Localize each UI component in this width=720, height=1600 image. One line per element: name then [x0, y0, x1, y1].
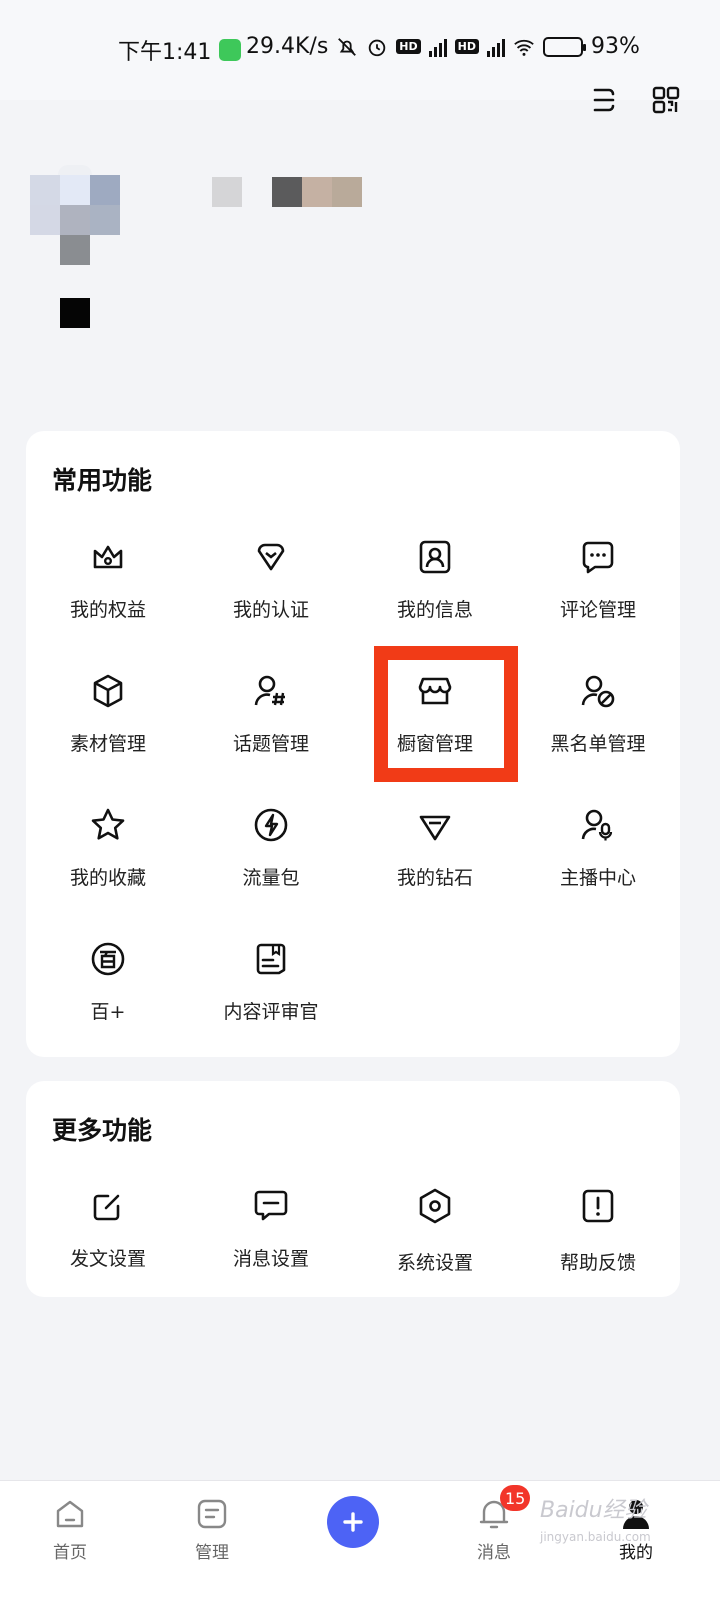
grid-item-help-feedback[interactable]: 帮助反馈 — [516, 1186, 680, 1296]
nav-label: 首页 — [53, 1543, 87, 1563]
nav-label: 消息 — [477, 1543, 511, 1563]
grid-item-label: 主播中心 — [559, 867, 636, 889]
plus-icon — [343, 1512, 363, 1532]
grid-item-label: 我的信息 — [396, 599, 473, 621]
star-icon — [91, 808, 125, 840]
verify-icon — [257, 543, 285, 571]
grid-item-label: 帮助反馈 — [559, 1252, 636, 1274]
highlight-box — [374, 646, 518, 782]
hd-badge-2: HD — [454, 39, 479, 54]
manage-icon — [197, 1499, 227, 1529]
topic-user-icon — [254, 675, 285, 706]
grid-item-anchor-center[interactable]: 主播中心 — [516, 805, 680, 915]
grid-item-label: 话题管理 — [232, 733, 309, 755]
grid-item-material-management[interactable]: 素材管理 — [26, 671, 190, 781]
cube-icon — [93, 674, 123, 708]
grid-item-blacklist-management[interactable]: 黑名单管理 — [516, 671, 680, 781]
grid-item-label: 我的权益 — [69, 599, 146, 621]
review-icon — [256, 943, 286, 975]
profile-card-icon — [419, 540, 451, 574]
lightning-icon — [254, 808, 288, 842]
status-bar: 下午1:41 29.4K/s HD HD 93% — [0, 0, 720, 100]
status-left: 下午1:41 — [118, 34, 242, 66]
status-right: 29.4K/s HD HD 93% — [246, 34, 640, 59]
diamond-icon — [419, 815, 451, 841]
scan-icon[interactable] — [590, 86, 618, 114]
grid-item-label: 系统设置 — [396, 1252, 473, 1274]
nav-home[interactable]: 首页 — [20, 1496, 120, 1563]
grid-item-comment-management[interactable]: 评论管理 — [516, 537, 680, 647]
mute-icon — [338, 37, 357, 56]
message-icon — [254, 1190, 288, 1221]
nav-label: 管理 — [195, 1543, 229, 1563]
block-user-icon — [581, 675, 615, 708]
grid-item-message-settings[interactable]: 消息设置 — [189, 1186, 353, 1296]
signal-icon-2 — [486, 37, 505, 57]
grid-item-my-info[interactable]: 我的信息 — [353, 537, 517, 647]
card-title: 常用功能 — [52, 466, 153, 495]
battery-percent: 93% — [590, 34, 640, 59]
nav-messages[interactable]: 消息 — [444, 1496, 544, 1563]
grid-item-label: 我的收藏 — [69, 867, 146, 889]
signal-icon — [428, 37, 447, 57]
nav-manage[interactable]: 管理 — [162, 1496, 262, 1563]
unread-badge: 15 — [500, 1485, 531, 1511]
grid-item-label: 百+ — [90, 1001, 126, 1023]
battery-icon — [542, 36, 586, 57]
alarm-icon — [369, 39, 386, 56]
grid-item-label: 流量包 — [242, 867, 300, 889]
grid-item-label: 消息设置 — [232, 1248, 309, 1270]
grid-item-label: 素材管理 — [69, 733, 146, 755]
net-speed: 29.4K/s — [246, 34, 329, 59]
comment-icon — [582, 541, 614, 574]
grid-item-label: 内容评审官 — [223, 1001, 319, 1023]
grid-item-system-settings[interactable]: 系统设置 — [353, 1186, 517, 1296]
hd-badge: HD — [396, 39, 421, 54]
bai-icon — [91, 942, 125, 976]
grid-item-label: 我的钻石 — [396, 867, 473, 889]
grid-item-my-diamonds[interactable]: 我的钻石 — [353, 805, 517, 915]
help-icon — [582, 1189, 614, 1223]
home-icon — [56, 1500, 84, 1528]
create-post-button[interactable] — [327, 1496, 379, 1548]
grid-item-label: 我的认证 — [232, 599, 309, 621]
grid-item-post-settings[interactable]: 发文设置 — [26, 1186, 190, 1296]
grid-item-my-favorites[interactable]: 我的收藏 — [26, 805, 190, 915]
grid-item-bai-plus[interactable]: 百+ — [26, 939, 190, 1049]
anchor-icon — [581, 809, 613, 841]
status-time: 下午1:41 — [118, 40, 212, 65]
wifi-icon — [514, 39, 534, 56]
grid-item-traffic-package[interactable]: 流量包 — [189, 805, 353, 915]
grid-item-my-verification[interactable]: 我的认证 — [189, 537, 353, 647]
grid-item-content-reviewer[interactable]: 内容评审官 — [189, 939, 353, 1049]
user-tag-mosaic — [60, 298, 90, 328]
edit-icon — [93, 1194, 120, 1221]
grid-item-label: 黑名单管理 — [550, 733, 646, 755]
grid-item-label: 发文设置 — [69, 1248, 146, 1270]
watermark: Baidu经验 — [540, 1498, 647, 1523]
top-actions — [590, 86, 680, 114]
grid-item-topic-management[interactable]: 话题管理 — [189, 671, 353, 781]
watermark-url: jingyan.baidu.com — [540, 1530, 651, 1544]
grid-item-label: 评论管理 — [559, 599, 636, 621]
settings-icon — [419, 1188, 451, 1224]
grid-item-my-rights[interactable]: 我的权益 — [26, 537, 190, 647]
card-title: 更多功能 — [52, 1116, 153, 1145]
app-notification-icon — [219, 39, 242, 61]
qr-code-icon[interactable] — [652, 86, 680, 114]
crown-icon — [93, 545, 123, 569]
